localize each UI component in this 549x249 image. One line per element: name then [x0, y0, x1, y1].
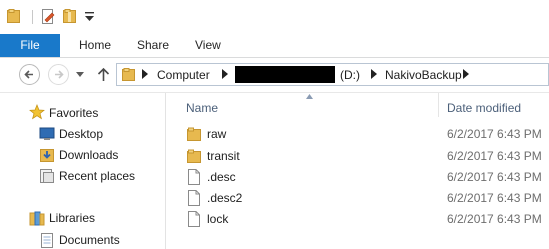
file-icon — [188, 211, 200, 227]
breadcrumb-drive[interactable]: (D:) — [340, 67, 360, 83]
breadcrumb-chevron-icon[interactable] — [463, 69, 469, 79]
tab-view[interactable]: View — [195, 34, 221, 57]
nav-recent-places[interactable]: Recent places — [59, 167, 135, 185]
file-date-modified: 6/2/2017 6:43 PM — [447, 127, 542, 141]
documents-icon — [41, 233, 53, 248]
column-header-date-modified[interactable]: Date modified — [447, 98, 521, 118]
desktop-icon — [39, 127, 55, 140]
file-icon — [188, 190, 200, 206]
title-bar — [0, 0, 549, 34]
file-date-modified: 6/2/2017 6:43 PM — [447, 212, 542, 226]
list-item[interactable]: .desc2 6/2/2017 6:43 PM — [166, 188, 549, 208]
back-button[interactable] — [19, 64, 40, 85]
tab-share[interactable]: Share — [137, 34, 169, 57]
nav-documents[interactable]: Documents — [59, 231, 120, 249]
file-date-modified: 6/2/2017 6:43 PM — [447, 149, 542, 163]
sort-ascending-icon — [306, 94, 313, 99]
back-arrow-icon — [24, 70, 33, 79]
breadcrumb-nakivobackup[interactable]: NakivoBackup — [385, 67, 462, 83]
nav-favorites[interactable]: Favorites — [49, 104, 98, 122]
properties-icon[interactable] — [41, 9, 55, 25]
ribbon-tabs: File Home Share View — [0, 34, 549, 58]
file-name: raw — [207, 127, 227, 141]
file-date-modified: 6/2/2017 6:43 PM — [447, 170, 542, 184]
breadcrumb-chevron-icon[interactable] — [371, 69, 377, 79]
tab-home[interactable]: Home — [79, 34, 111, 57]
star-icon — [29, 104, 45, 120]
libraries-icon — [29, 211, 45, 226]
recent-locations-dropdown-icon[interactable] — [76, 72, 84, 78]
file-name: .desc2 — [207, 191, 243, 205]
list-item[interactable]: .desc 6/2/2017 6:43 PM — [166, 167, 549, 187]
forward-arrow-icon — [55, 70, 64, 79]
file-name: .desc — [207, 170, 236, 184]
file-name: lock — [207, 212, 229, 226]
nav-libraries[interactable]: Libraries — [49, 209, 95, 227]
quick-access-separator — [32, 10, 33, 24]
nav-downloads[interactable]: Downloads — [59, 146, 118, 164]
list-item[interactable]: raw 6/2/2017 6:43 PM — [166, 124, 549, 144]
list-item[interactable]: lock 6/2/2017 6:43 PM — [166, 209, 549, 229]
file-list: Name Date modified raw 6/2/2017 6:43 PM … — [166, 93, 549, 249]
column-header-name[interactable]: Name — [186, 98, 218, 118]
folder-icon[interactable] — [7, 9, 20, 23]
recent-places-icon — [40, 169, 54, 183]
folder-icon — [187, 127, 201, 141]
downloads-icon — [40, 149, 54, 162]
file-date-modified: 6/2/2017 6:43 PM — [447, 191, 542, 205]
up-arrow-icon[interactable] — [97, 67, 110, 82]
customize-dropdown-icon[interactable] — [85, 12, 94, 22]
forward-button[interactable] — [48, 64, 69, 85]
breadcrumb-computer[interactable]: Computer — [157, 67, 210, 83]
column-divider[interactable] — [438, 93, 439, 117]
folder-icon — [187, 149, 201, 163]
address-bar[interactable]: Computer (D:) NakivoBackup — [116, 63, 549, 86]
navigation-bar: Computer (D:) NakivoBackup — [0, 58, 549, 93]
navigation-pane: Favorites Desktop Downloads Recent place… — [0, 93, 166, 249]
breadcrumb-chevron-icon[interactable] — [142, 69, 148, 79]
nav-desktop[interactable]: Desktop — [59, 125, 103, 143]
file-icon — [188, 169, 200, 185]
breadcrumb-chevron-icon[interactable] — [222, 69, 228, 79]
file-name: transit — [207, 149, 240, 163]
tab-file[interactable]: File — [0, 34, 60, 57]
redacted-volume-name — [235, 66, 335, 83]
list-item[interactable]: transit 6/2/2017 6:43 PM — [166, 146, 549, 166]
new-folder-icon[interactable] — [63, 9, 76, 23]
folder-icon — [122, 68, 135, 81]
